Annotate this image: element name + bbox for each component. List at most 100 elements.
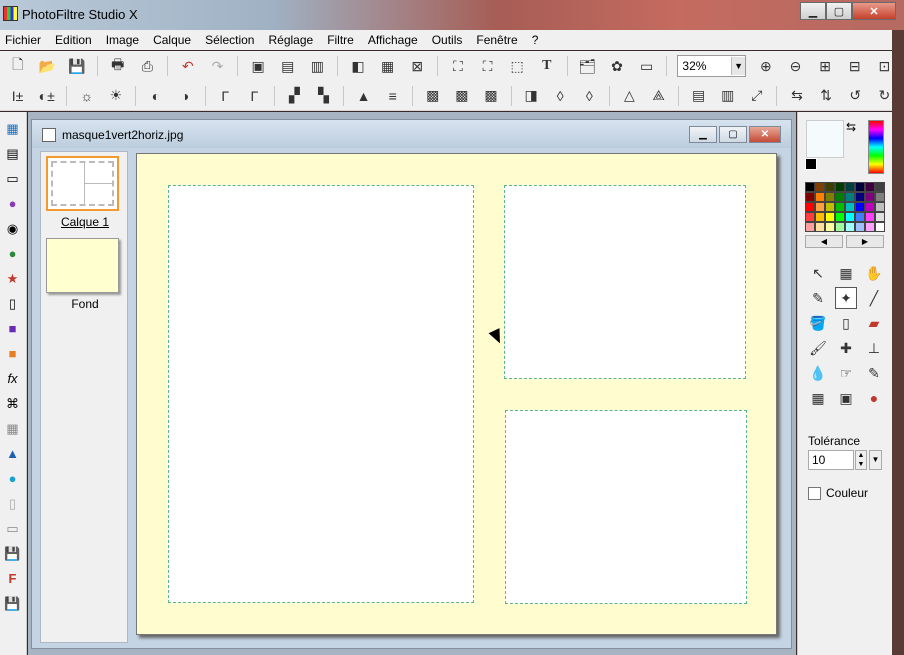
saturation-minus-icon[interactable]: ▞ <box>285 86 304 106</box>
palette-swatch[interactable] <box>825 182 835 192</box>
book-icon[interactable]: ▯ <box>4 495 21 512</box>
menu-fenetre[interactable]: Fenêtre <box>476 33 517 47</box>
palette-swatch[interactable] <box>815 182 825 192</box>
menu-affichage[interactable]: Affichage <box>368 33 418 47</box>
color-palette[interactable] <box>805 182 885 232</box>
line-tool-icon[interactable]: ╱ <box>863 287 885 309</box>
zoom-in-icon[interactable]: ⊕ <box>756 56 776 76</box>
scan-icon[interactable]: ⎙ <box>137 56 157 76</box>
palette-swatch[interactable] <box>805 222 815 232</box>
actual-size-icon[interactable]: ⊟ <box>845 56 865 76</box>
sharpen-icon[interactable]: △ <box>620 86 639 106</box>
palette-swatch[interactable] <box>855 212 865 222</box>
contrast-plus-icon[interactable]: ◑ <box>176 86 195 106</box>
color-fill-icon[interactable]: ■ <box>4 345 21 362</box>
smudge-tool-icon[interactable]: ☞ <box>835 362 857 384</box>
color-balance-icon[interactable]: ≡ <box>383 86 402 106</box>
palette-swatch[interactable] <box>865 192 875 202</box>
palette-swatch[interactable] <box>825 222 835 232</box>
doc-close-button[interactable]: ✕ <box>749 126 781 143</box>
clone-tool-icon[interactable]: ✎ <box>863 362 885 384</box>
command-icon[interactable]: ⌘ <box>4 395 21 412</box>
palette-swatch[interactable] <box>865 222 875 232</box>
blur-more-icon[interactable]: ◊ <box>580 86 599 106</box>
spray-tool-icon[interactable]: ▯ <box>835 312 857 334</box>
histogram-icon[interactable]: ▲ <box>354 86 373 106</box>
palette-swatch[interactable] <box>825 212 835 222</box>
layer-label-calque1[interactable]: Calque 1 <box>41 215 129 229</box>
window-icon[interactable]: ▭ <box>637 56 657 76</box>
undo-icon[interactable]: ↶ <box>178 56 198 76</box>
menu-reglage[interactable]: Réglage <box>268 33 313 47</box>
function-icon[interactable]: fx <box>4 370 21 387</box>
new-file-icon[interactable]: 🗋 <box>8 56 28 76</box>
palette-swatch[interactable] <box>805 202 815 212</box>
image-size-icon[interactable]: ⤢ <box>747 86 766 106</box>
color-spectrum[interactable] <box>868 120 884 174</box>
palette-swatch[interactable] <box>845 202 855 212</box>
hand-tool-icon[interactable]: ✋ <box>863 262 885 284</box>
brightness-plus-icon[interactable]: ☀ <box>106 86 125 106</box>
palette-swatch[interactable] <box>835 212 845 222</box>
open-folder-icon[interactable]: 📂 <box>38 56 58 76</box>
couleur-checkbox[interactable] <box>808 486 821 500</box>
save-html-icon[interactable]: 💾 <box>4 595 21 612</box>
tolerance-spinner[interactable]: ▲ ▼ <box>855 450 867 470</box>
zoom-select[interactable]: 32% ▼ <box>677 55 747 77</box>
menu-edition[interactable]: Edition <box>55 33 92 47</box>
chevron-down-icon[interactable]: ▼ <box>731 57 746 75</box>
palette-swatch[interactable] <box>865 182 875 192</box>
portrait-tool-icon[interactable]: ▣ <box>835 387 857 409</box>
blur-icon[interactable]: ◊ <box>551 86 570 106</box>
flip-horizontal-icon[interactable]: ⇆ <box>787 86 806 106</box>
palette-swatch[interactable] <box>815 212 825 222</box>
menu-image[interactable]: Image <box>106 33 139 47</box>
menu-calque[interactable]: Calque <box>153 33 191 47</box>
plugin-icon[interactable]: ✿ <box>607 56 627 76</box>
gamma-plus-icon[interactable]: Γ <box>245 86 264 106</box>
palette-swatch[interactable] <box>815 202 825 212</box>
color-grid-icon[interactable]: ▦ <box>378 56 398 76</box>
image-gradient-icon[interactable]: ▤ <box>689 86 708 106</box>
palette-swatch[interactable] <box>835 222 845 232</box>
keyboard-icon[interactable]: ▭ <box>4 520 21 537</box>
palette-swatch[interactable] <box>865 212 875 222</box>
menu-fichier[interactable]: Fichier <box>5 33 41 47</box>
menu-help[interactable]: ? <box>532 33 539 47</box>
palette-swatch[interactable] <box>855 182 865 192</box>
auto-contrast-icon[interactable]: ◐± <box>37 86 56 106</box>
explorer-icon[interactable]: 🗂 <box>578 56 598 76</box>
mask-icon[interactable]: ⛶ <box>448 56 468 76</box>
grayscale-icon[interactable]: ▩ <box>423 86 442 106</box>
palette-next-button[interactable]: ▶ <box>846 235 884 248</box>
page-icon[interactable]: ▯ <box>4 295 21 312</box>
menu-outils[interactable]: Outils <box>432 33 463 47</box>
palette-swatch[interactable] <box>855 192 865 202</box>
menu-selection[interactable]: Sélection <box>205 33 254 47</box>
selection-mask-icon[interactable]: ⛶ <box>478 56 498 76</box>
palette-swatch[interactable] <box>815 222 825 232</box>
tolerance-dropdown[interactable]: ▼ <box>869 450 882 470</box>
palette-swatch[interactable] <box>855 202 865 212</box>
auto-levels-icon[interactable]: I± <box>8 86 27 106</box>
fit-image-icon[interactable]: ⊞ <box>815 56 835 76</box>
gamma-minus-icon[interactable]: Γ <box>216 86 235 106</box>
image-canvas[interactable] <box>136 153 777 635</box>
selection-tool-icon[interactable]: ▦ <box>835 262 857 284</box>
palette-swatch[interactable] <box>865 202 875 212</box>
select-all-icon[interactable]: ⬚ <box>507 56 527 76</box>
stamp-tool-icon[interactable]: ⊥ <box>863 337 885 359</box>
doc-maximize-button[interactable]: ▢ <box>719 126 747 143</box>
palette-swatch[interactable] <box>875 222 885 232</box>
save-2000-icon[interactable]: 💾 <box>4 545 21 562</box>
minimize-button[interactable]: ▁ <box>800 2 826 20</box>
new-image-icon[interactable]: ▤ <box>4 145 21 162</box>
sepia-icon[interactable]: ▩ <box>452 86 471 106</box>
background-color[interactable] <box>805 158 817 170</box>
fill-bucket-tool-icon[interactable]: 🪣 <box>807 312 829 334</box>
magic-wand-tool-icon[interactable]: ✦ <box>835 287 857 309</box>
circle-icon[interactable]: ● <box>4 470 21 487</box>
palette-swatch[interactable] <box>815 192 825 202</box>
palette-swatch[interactable] <box>875 212 885 222</box>
contrast-minus-icon[interactable]: ◐ <box>146 86 165 106</box>
